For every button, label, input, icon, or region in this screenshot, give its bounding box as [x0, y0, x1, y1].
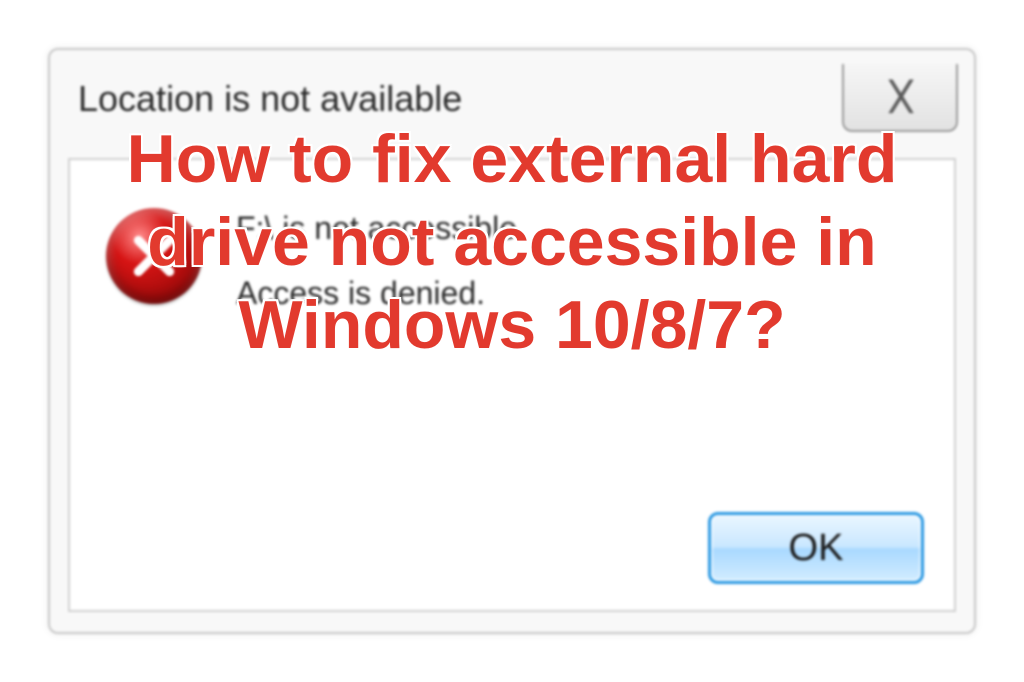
ok-button-label: OK — [789, 527, 844, 570]
message-text-block: F:\ is not accessible. Access is denied. — [236, 200, 526, 312]
message-line-1: F:\ is not accessible. — [236, 210, 526, 247]
message-line-2: Access is denied. — [236, 275, 526, 312]
dialog-title: Location is not available — [78, 78, 946, 120]
close-icon: ╳ — [891, 81, 909, 114]
dialog-titlebar: Location is not available ╳ — [50, 50, 974, 146]
close-button[interactable]: ╳ — [842, 64, 958, 132]
dialog-content: F:\ is not accessible. Access is denied.… — [68, 158, 956, 612]
error-dialog: Location is not available ╳ F:\ is not a… — [48, 48, 976, 634]
ok-button[interactable]: OK — [708, 512, 924, 584]
message-row: F:\ is not accessible. Access is denied. — [106, 200, 918, 312]
error-icon — [106, 208, 202, 304]
